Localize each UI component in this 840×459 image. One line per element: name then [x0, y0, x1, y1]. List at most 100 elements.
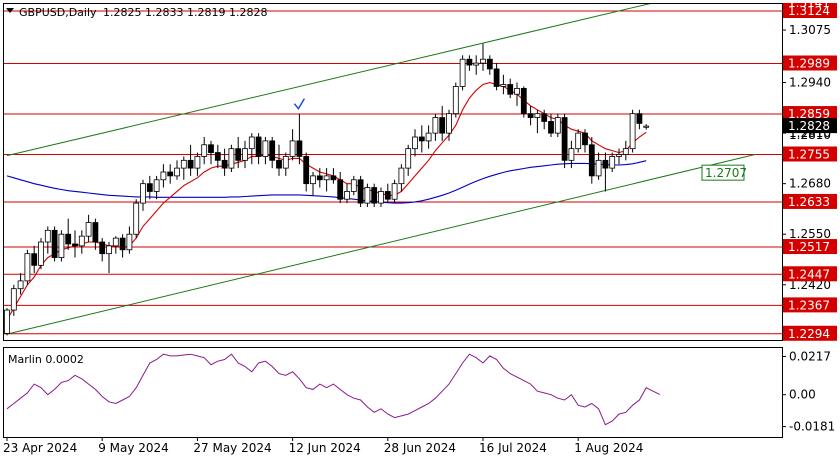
candle-body	[24, 253, 31, 282]
candle	[391, 179, 398, 204]
oscillator-plot-frame	[3, 347, 783, 438]
candle	[58, 230, 65, 262]
candle-body	[507, 84, 514, 95]
candle	[269, 137, 276, 169]
candle	[473, 55, 480, 75]
candle	[609, 152, 616, 172]
candle-body	[65, 233, 72, 245]
candle-body	[85, 222, 92, 237]
candle	[255, 133, 262, 165]
candlesticks	[4, 43, 650, 336]
candle	[180, 156, 187, 180]
candle	[398, 164, 405, 192]
candle	[588, 137, 595, 184]
time-tick-label: 1 Aug 2024	[574, 441, 643, 455]
time-tick-label: 16 Jul 2024	[479, 441, 547, 455]
candle	[282, 152, 289, 176]
current-price-label: 1.2828	[788, 119, 830, 133]
candle	[459, 55, 466, 91]
candle	[276, 144, 282, 176]
price-tick-label: 1.3075	[789, 23, 831, 37]
candle	[520, 86, 527, 118]
candle	[636, 109, 643, 130]
price-tick-label: 1.2680	[789, 177, 831, 191]
candle-body	[4, 309, 10, 334]
candle	[167, 164, 174, 184]
candle	[350, 175, 357, 196]
candle-body	[99, 241, 106, 255]
marlin-line	[6, 353, 661, 426]
candle-body	[44, 229, 51, 243]
time-tick-label: 28 Jun 2024	[384, 441, 456, 455]
candle-body	[201, 144, 208, 157]
candle-body	[493, 68, 500, 87]
candle-body	[432, 117, 439, 134]
level-label: 1.2447	[788, 267, 830, 281]
candle	[629, 109, 636, 153]
candle	[446, 109, 452, 141]
candle	[622, 140, 629, 161]
level-label: 1.2367	[788, 298, 830, 312]
candle-body	[303, 156, 310, 185]
candle-body	[180, 159, 187, 169]
candle	[527, 105, 534, 126]
candle	[112, 236, 119, 254]
oscillator-title: Marlin 0.0002	[8, 353, 84, 366]
candle-body	[391, 183, 398, 200]
candle	[384, 183, 391, 204]
checkmark-icon	[293, 98, 306, 110]
candle-body	[344, 191, 350, 200]
candle-body	[582, 132, 588, 146]
channel-label: 1.2707	[705, 166, 747, 180]
candle	[242, 140, 248, 169]
candle-body	[371, 187, 378, 204]
candle	[160, 164, 167, 188]
candle-body	[174, 167, 180, 177]
level-label: 1.2294	[788, 327, 830, 341]
candle-body	[282, 156, 289, 169]
symbol-title: GBPUSD,Daily	[19, 6, 97, 19]
candle-body	[609, 156, 616, 169]
candle-body	[242, 148, 248, 161]
level-label: 1.2517	[788, 240, 830, 254]
candle-body	[78, 235, 85, 247]
candle	[289, 129, 296, 161]
candle	[643, 124, 650, 130]
candle-body	[548, 121, 554, 134]
candle-body	[466, 58, 473, 66]
candle	[323, 168, 330, 192]
candle-body	[276, 159, 282, 169]
candle	[44, 226, 51, 254]
candle-body	[167, 171, 174, 177]
candle	[140, 179, 146, 211]
candle-body	[500, 84, 507, 87]
candle-body	[554, 117, 561, 134]
candle-body	[51, 229, 58, 258]
candle-body	[228, 148, 235, 169]
candle-body	[160, 171, 167, 181]
ma-fast-line	[6, 82, 647, 321]
candle-body	[514, 87, 520, 95]
candle	[235, 137, 242, 169]
candle	[439, 105, 446, 141]
candle-body	[38, 241, 44, 266]
candle-body	[208, 144, 214, 153]
level-label: 1.2989	[788, 57, 830, 71]
candle	[119, 234, 126, 258]
candle-body	[133, 202, 140, 235]
candle-body	[235, 148, 242, 161]
candle-body	[568, 148, 575, 161]
candle-body	[595, 159, 602, 177]
channel-lower-line	[6, 154, 756, 335]
horizontal-levels	[4, 10, 782, 335]
candle	[187, 144, 194, 176]
candle-body	[364, 187, 371, 204]
candle	[507, 78, 514, 99]
candle-body	[146, 183, 153, 192]
time-axis: 23 Apr 2024 9 May 2024 27 May 2024 12 Jun 2…	[3, 437, 643, 455]
candle	[405, 144, 412, 176]
candle-body	[310, 175, 316, 185]
candle	[65, 218, 72, 250]
candle-body	[92, 222, 99, 243]
candle-body	[296, 140, 303, 157]
